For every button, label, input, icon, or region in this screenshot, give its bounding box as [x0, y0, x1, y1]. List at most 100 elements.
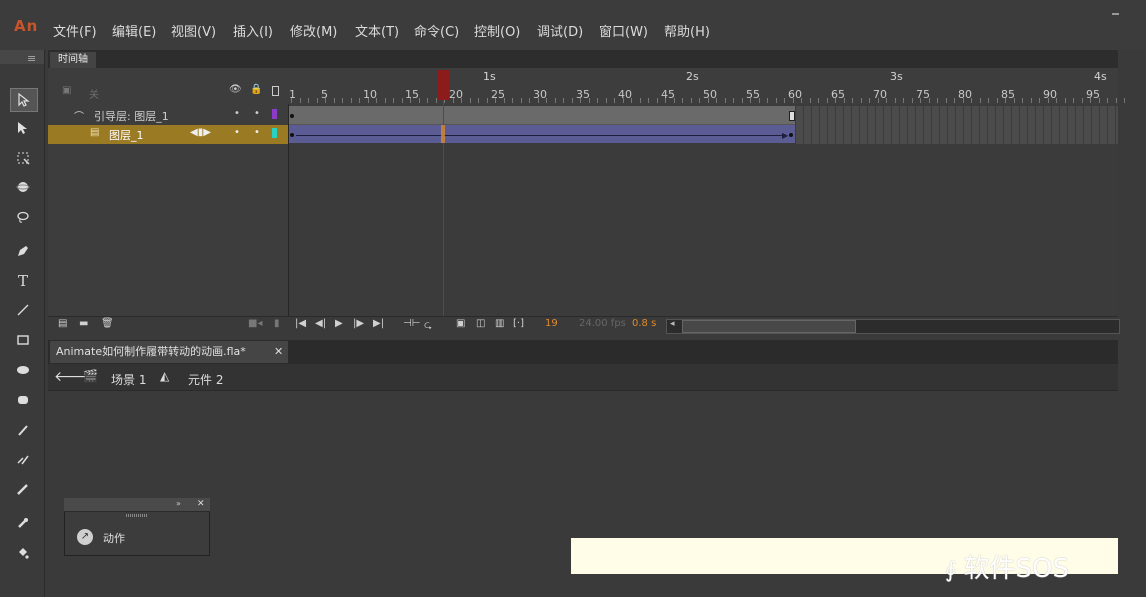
second-label: 3s — [890, 70, 903, 83]
pencil-tool-icon[interactable] — [10, 419, 36, 441]
menu-edit[interactable]: 编辑(E) — [112, 21, 156, 40]
onion-outline-icon[interactable]: ◫ — [476, 318, 485, 329]
edit-multiple-icon[interactable]: ▥ — [495, 318, 504, 329]
center-frame-icon[interactable]: ⊣⊢ — [403, 318, 420, 329]
menu-control[interactable]: 控制(O) — [474, 21, 520, 40]
keyframe[interactable] — [290, 133, 294, 137]
menu-file[interactable]: 文件(F) — [53, 21, 97, 40]
layer-color-swatch[interactable] — [272, 128, 277, 138]
lock-dot[interactable]: • — [254, 108, 260, 119]
ruler-tick — [979, 98, 981, 103]
oval-tool-icon[interactable] — [10, 359, 36, 381]
polystar-tool-icon[interactable] — [10, 389, 36, 411]
menu-window[interactable]: 窗口(W) — [599, 21, 648, 40]
ruler-tick — [1098, 98, 1100, 103]
new-folder-icon[interactable]: ▬ — [79, 318, 88, 329]
close-icon[interactable]: ✕ — [197, 499, 205, 509]
selection-tool-icon[interactable] — [10, 88, 38, 112]
breadcrumb-symbol[interactable]: 元件 2 — [188, 371, 223, 388]
keyframe[interactable] — [290, 114, 294, 118]
menu-insert[interactable]: 插入(I) — [233, 21, 273, 40]
layer-name[interactable]: 引导层: 图层_1 — [94, 108, 169, 124]
visibility-dot[interactable]: • — [234, 127, 240, 138]
document-title: Animate如何制作履带转动的动画.fla* — [56, 345, 246, 358]
menu-modify[interactable]: 修改(M) — [290, 21, 337, 40]
delete-layer-icon[interactable]: 🗑 — [101, 318, 114, 329]
ruler-tick — [784, 98, 785, 103]
paint-bucket-tool-icon[interactable] — [10, 542, 36, 564]
menu-commands[interactable]: 命令(C) — [414, 21, 459, 40]
line-tool-icon[interactable] — [10, 299, 36, 321]
ruler-tick — [384, 98, 386, 103]
guide-frames[interactable] — [289, 106, 795, 125]
ruler-tick — [639, 98, 641, 103]
menu-help[interactable]: 帮助(H) — [664, 21, 710, 40]
close-icon[interactable]: ✕ — [274, 345, 283, 358]
show-hide-icon[interactable]: 👁 — [229, 84, 242, 95]
actions-label[interactable]: 动作 — [103, 530, 125, 546]
play-icon[interactable]: ▶ — [335, 318, 343, 329]
rectangle-tool-icon[interactable] — [10, 329, 36, 351]
brush-tool-icon[interactable] — [10, 448, 36, 470]
step-forward-icon[interactable]: |▶ — [353, 318, 364, 329]
current-frame[interactable]: 19 — [545, 318, 558, 329]
layer-name[interactable]: 图层_1 — [109, 127, 144, 143]
end-frame[interactable] — [789, 111, 795, 121]
minimize-icon[interactable] — [1112, 13, 1119, 15]
tween-arrow — [296, 135, 784, 136]
new-layer-icon[interactable]: ▤ — [58, 318, 67, 329]
menu-view[interactable]: 视图(V) — [171, 21, 216, 40]
keyframe[interactable] — [789, 133, 793, 137]
onion-markers-icon[interactable]: [·] — [513, 318, 524, 329]
text-tool-icon[interactable]: T — [10, 270, 36, 292]
scrollbar-thumb[interactable] — [682, 320, 856, 333]
collapse-icon[interactable]: » — [176, 499, 181, 508]
ruler-tick — [418, 98, 420, 103]
ruler-tick — [835, 98, 836, 103]
scroll-left-icon[interactable]: ◂ — [670, 319, 675, 329]
menu-debug[interactable]: 调试(D) — [537, 21, 583, 40]
ruler-tick — [971, 98, 972, 103]
ruler-tick — [342, 98, 343, 103]
tween-frames[interactable] — [289, 125, 795, 143]
3d-rotation-tool-icon[interactable] — [10, 176, 36, 198]
free-transform-tool-icon[interactable] — [10, 147, 36, 169]
layer-row-selected[interactable] — [48, 125, 288, 144]
panel-menu-icon[interactable]: ≡ — [27, 52, 36, 65]
ruler-tick — [1090, 98, 1091, 103]
ruler-tick — [410, 98, 411, 103]
go-first-frame-icon[interactable]: |◀ — [295, 318, 306, 329]
timeline-tab-bar — [48, 50, 1118, 68]
lock-dot[interactable]: • — [254, 127, 260, 138]
outline-icon[interactable] — [272, 86, 279, 96]
visibility-dot[interactable]: • — [234, 108, 240, 119]
playhead[interactable] — [438, 70, 449, 100]
tab-document[interactable]: Animate如何制作履带转动的动画.fla* — [50, 341, 288, 363]
pen-tool-icon[interactable] — [10, 240, 36, 262]
panel-grip[interactable] — [126, 514, 148, 517]
onion-skin-icon[interactable]: ▣ — [456, 318, 465, 329]
paint-brush-tool-icon[interactable] — [10, 478, 36, 500]
go-last-frame-icon[interactable]: ▶| — [373, 318, 384, 329]
ruler-tick — [1107, 98, 1108, 103]
bone-tool-icon[interactable] — [10, 512, 36, 534]
ruler-tick — [486, 98, 488, 103]
actions-icon[interactable]: ↗ — [77, 529, 93, 545]
frame-rate[interactable]: 24.00 fps — [579, 318, 626, 329]
keyframe-nav-icon[interactable]: ◀▮▶ — [190, 127, 211, 138]
menu-text[interactable]: 文本(T) — [355, 21, 399, 40]
breadcrumb-scene[interactable]: 场景 1 — [111, 371, 146, 388]
ruler-tick — [733, 98, 734, 103]
tab-timeline[interactable]: 时间轴 — [50, 52, 96, 68]
elapsed-time[interactable]: 0.8 s — [632, 318, 656, 329]
loop-icon[interactable]: ⮎ — [424, 318, 432, 335]
app-logo: An — [14, 17, 39, 35]
layer-color-swatch[interactable] — [272, 109, 277, 119]
step-back-icon[interactable]: ◀| — [315, 318, 326, 329]
lock-icon[interactable]: 🔒 — [250, 84, 262, 95]
camera-icon[interactable]: ■◂ — [248, 318, 262, 329]
lasso-tool-icon[interactable] — [10, 206, 36, 228]
actions-panel-header[interactable] — [64, 498, 210, 512]
subselection-tool-icon[interactable] — [10, 117, 36, 139]
empty-frame-cells[interactable] — [796, 106, 1118, 144]
